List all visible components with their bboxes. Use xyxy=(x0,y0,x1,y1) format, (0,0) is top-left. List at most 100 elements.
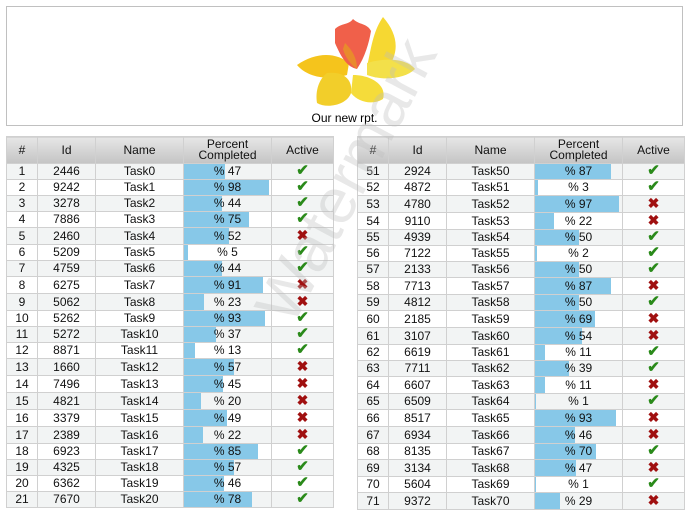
table-row[interactable]: 56 7122 Task55 % 2 ✔ xyxy=(357,245,685,262)
table-row[interactable]: 5 2460 Task4 % 52 ✖ xyxy=(6,227,334,245)
active-cell: ✔ xyxy=(622,163,685,180)
table-row[interactable]: 68 8135 Task67 % 70 ✔ xyxy=(357,443,685,460)
percent-completed-cell: % 22 xyxy=(534,212,623,230)
name-cell: Task12 xyxy=(95,358,184,376)
row-number-cell: 67 xyxy=(357,426,389,444)
checkmark-icon: ✔ xyxy=(647,261,660,277)
name-cell: Task19 xyxy=(95,475,184,492)
id-cell: 1660 xyxy=(37,358,96,376)
row-number-cell: 14 xyxy=(6,375,38,393)
percent-completed-cell: % 54 xyxy=(534,327,623,345)
percent-text: % 75 xyxy=(213,212,242,227)
table-row[interactable]: 13 1660 Task12 % 57 ✖ xyxy=(6,358,334,376)
progress-bar xyxy=(535,361,569,376)
table-row[interactable]: 62 6619 Task61 % 11 ✔ xyxy=(357,344,685,361)
table-row[interactable]: 17 2389 Task16 % 22 ✖ xyxy=(6,426,334,444)
active-cell: ✖ xyxy=(271,227,334,245)
id-cell: 2446 xyxy=(37,163,96,180)
percent-text: % 39 xyxy=(564,361,593,376)
table-row[interactable]: 59 4812 Task58 % 50 ✔ xyxy=(357,294,685,311)
table-row[interactable]: 55 4939 Task54 % 50 ✔ xyxy=(357,229,685,246)
table-row[interactable]: 52 4872 Task51 % 3 ✔ xyxy=(357,179,685,196)
active-cell: ✖ xyxy=(271,358,334,376)
table-row[interactable]: 12 8871 Task11 % 13 ✔ xyxy=(6,342,334,359)
percent-text: % 47 xyxy=(564,460,593,475)
active-cell: ✔ xyxy=(622,261,685,278)
column-header-id[interactable]: Id xyxy=(388,136,447,164)
table-row[interactable]: 58 7713 Task57 % 87 ✖ xyxy=(357,277,685,295)
table-row[interactable]: 9 5062 Task8 % 23 ✖ xyxy=(6,293,334,311)
cross-icon: ✖ xyxy=(296,276,309,292)
table-row[interactable]: 15 4821 Task14 % 20 ✖ xyxy=(6,392,334,410)
table-row[interactable]: 69 3134 Task68 % 47 ✖ xyxy=(357,459,685,477)
row-number-cell: 52 xyxy=(357,179,389,196)
column-header-percent-completed[interactable]: Percent Completed xyxy=(183,136,272,164)
row-number-cell: 9 xyxy=(6,293,38,311)
name-cell: Task61 xyxy=(446,344,535,361)
table-row[interactable]: 64 6607 Task63 % 11 ✖ xyxy=(357,376,685,394)
checkmark-icon: ✔ xyxy=(647,179,660,195)
name-cell: Task52 xyxy=(446,195,535,213)
active-cell: ✔ xyxy=(271,244,334,261)
checkmark-icon: ✔ xyxy=(296,179,309,195)
table-row[interactable]: 63 7711 Task62 % 39 ✔ xyxy=(357,360,685,377)
name-cell: Task65 xyxy=(446,409,535,427)
table-row[interactable]: 67 6934 Task66 % 46 ✖ xyxy=(357,426,685,444)
column-header-row-number[interactable]: # xyxy=(357,136,389,164)
active-cell: ✖ xyxy=(622,310,685,328)
table-row[interactable]: 66 8517 Task65 % 93 ✖ xyxy=(357,409,685,427)
percent-text: % 37 xyxy=(213,327,242,342)
table-row[interactable]: 14 7496 Task13 % 45 ✖ xyxy=(6,375,334,393)
table-row[interactable]: 1 2446 Task0 % 47 ✔ xyxy=(6,163,334,180)
percent-text: % 13 xyxy=(213,343,242,358)
table-row[interactable]: 65 6509 Task64 % 1 ✔ xyxy=(357,393,685,410)
table-row[interactable]: 70 5604 Task69 % 1 ✔ xyxy=(357,476,685,493)
table-row[interactable]: 8 6275 Task7 % 91 ✖ xyxy=(6,276,334,294)
table-row[interactable]: 51 2924 Task50 % 87 ✔ xyxy=(357,163,685,180)
row-number-cell: 70 xyxy=(357,476,389,493)
cross-icon: ✖ xyxy=(647,376,660,392)
percent-text: % 50 xyxy=(564,262,593,277)
column-header-percent-completed[interactable]: Percent Completed xyxy=(534,136,623,164)
table-row[interactable]: 3 3278 Task2 % 44 ✔ xyxy=(6,195,334,212)
column-header-name[interactable]: Name xyxy=(446,136,535,164)
percent-text: % 98 xyxy=(213,180,242,195)
progress-bar xyxy=(535,180,538,195)
table-row[interactable]: 18 6923 Task17 % 85 ✔ xyxy=(6,443,334,460)
table-row[interactable]: 16 3379 Task15 % 49 ✖ xyxy=(6,409,334,427)
column-header-name[interactable]: Name xyxy=(95,136,184,164)
id-cell: 5272 xyxy=(37,326,96,343)
cross-icon: ✖ xyxy=(647,409,660,425)
table-row[interactable]: 4 7886 Task3 % 75 ✔ xyxy=(6,211,334,228)
column-header-row-number[interactable]: # xyxy=(6,136,38,164)
table-row[interactable]: 11 5272 Task10 % 37 ✔ xyxy=(6,326,334,343)
percent-completed-cell: % 1 xyxy=(534,476,623,493)
row-number-cell: 19 xyxy=(6,459,38,476)
column-header-active[interactable]: Active xyxy=(271,136,334,164)
cross-icon: ✖ xyxy=(647,277,660,293)
table-row[interactable]: 20 6362 Task19 % 46 ✔ xyxy=(6,475,334,492)
table-row[interactable]: 6 5209 Task5 % 5 ✔ xyxy=(6,244,334,261)
name-cell: Task0 xyxy=(95,163,184,180)
table-row[interactable]: 10 5262 Task9 % 93 ✔ xyxy=(6,310,334,327)
table-row[interactable]: 54 9110 Task53 % 22 ✖ xyxy=(357,212,685,230)
table-row[interactable]: 57 2133 Task56 % 50 ✔ xyxy=(357,261,685,278)
table-row[interactable]: 53 4780 Task52 % 97 ✖ xyxy=(357,195,685,213)
name-cell: Task70 xyxy=(446,492,535,510)
active-cell: ✔ xyxy=(622,245,685,262)
table-row[interactable]: 61 3107 Task60 % 54 ✖ xyxy=(357,327,685,345)
row-number-cell: 5 xyxy=(6,227,38,245)
table-row[interactable]: 21 7670 Task20 % 78 ✔ xyxy=(6,491,334,508)
table-row[interactable]: 71 9372 Task70 % 29 ✖ xyxy=(357,492,685,510)
table-row[interactable]: 2 9242 Task1 % 98 ✔ xyxy=(6,179,334,196)
column-header-id[interactable]: Id xyxy=(37,136,96,164)
checkmark-icon: ✔ xyxy=(296,211,309,227)
progress-bar xyxy=(184,393,202,409)
table-row[interactable]: 60 2185 Task59 % 69 ✖ xyxy=(357,310,685,328)
percent-completed-cell: % 1 xyxy=(534,393,623,410)
active-cell: ✔ xyxy=(622,443,685,460)
row-number-cell: 51 xyxy=(357,163,389,180)
column-header-active[interactable]: Active xyxy=(622,136,685,164)
table-row[interactable]: 7 4759 Task6 % 44 ✔ xyxy=(6,260,334,277)
table-row[interactable]: 19 4325 Task18 % 57 ✔ xyxy=(6,459,334,476)
